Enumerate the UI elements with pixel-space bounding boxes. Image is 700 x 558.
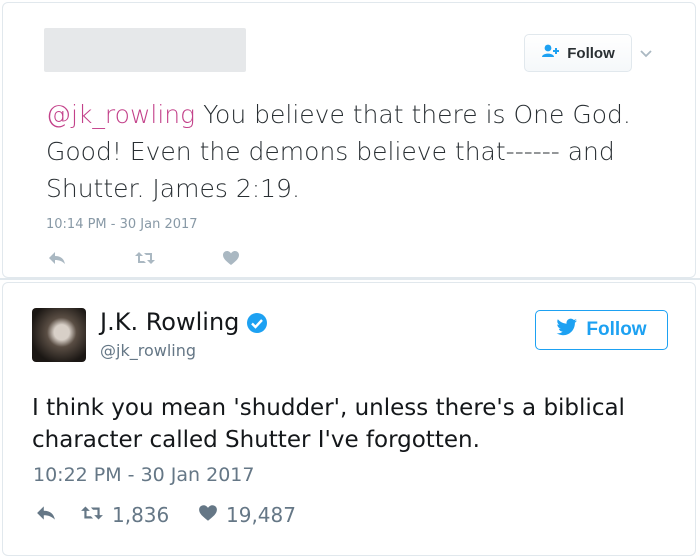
mention-link[interactable]: @jk_rowling xyxy=(46,100,195,129)
follow-label: Follow xyxy=(586,319,647,340)
retweet-icon xyxy=(80,503,104,527)
like-action[interactable]: 19,487 xyxy=(198,503,296,527)
reply-tweet-text: @jk_rowling You believe that there is On… xyxy=(46,96,646,207)
divider xyxy=(0,278,700,280)
add-user-icon xyxy=(541,44,561,62)
chevron-down-icon[interactable] xyxy=(636,44,656,64)
follow-button[interactable]: Follow xyxy=(535,310,668,350)
main-tweet-timestamp[interactable]: 10:22 PM - 30 Jan 2017 xyxy=(33,464,254,486)
follow-label: Follow xyxy=(567,44,615,62)
redacted-user-name xyxy=(44,28,246,72)
follow-button-small[interactable]: Follow xyxy=(524,34,632,72)
display-name[interactable]: J.K. Rowling xyxy=(100,308,239,336)
user-handle[interactable]: @jk_rowling xyxy=(100,341,196,360)
retweet-icon[interactable] xyxy=(134,250,156,271)
reply-action[interactable] xyxy=(36,503,56,527)
verified-badge-icon xyxy=(246,312,268,339)
main-tweet-text: I think you mean 'shudder', unless there… xyxy=(32,395,625,453)
avatar[interactable] xyxy=(32,308,86,362)
heart-icon xyxy=(198,503,218,527)
like-count: 19,487 xyxy=(226,503,296,527)
retweet-count: 1,836 xyxy=(112,503,170,527)
reply-tweet-timestamp[interactable]: 10:14 PM - 30 Jan 2017 xyxy=(46,217,198,232)
twitter-bird-icon xyxy=(556,318,578,342)
reply-icon[interactable] xyxy=(48,250,66,271)
retweet-action[interactable]: 1,836 xyxy=(80,503,169,527)
reply-icon xyxy=(36,503,56,527)
like-icon[interactable] xyxy=(222,250,240,271)
